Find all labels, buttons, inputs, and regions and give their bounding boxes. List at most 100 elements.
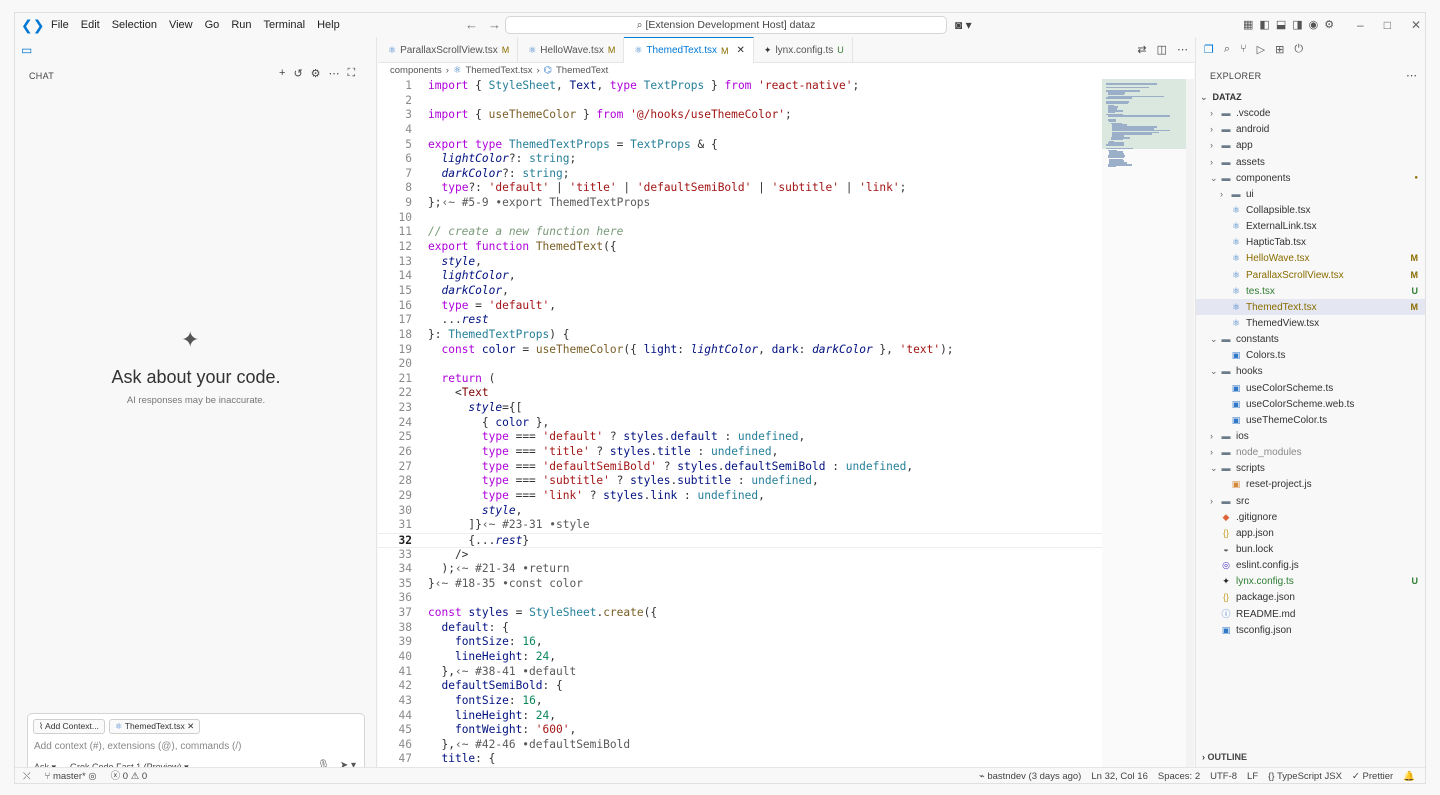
breadcrumb-folder[interactable]: components: [390, 65, 442, 76]
tree-folder[interactable]: › ▬ app: [1196, 137, 1425, 153]
tree-file[interactable]: ◆ .gitignore: [1196, 509, 1425, 525]
menu-item-help[interactable]: Help: [311, 13, 346, 37]
code-line[interactable]: 8 type?: 'default' | 'title' | 'defaultS…: [378, 181, 1102, 196]
close-tab-icon[interactable]: ✕: [737, 45, 745, 56]
code-line[interactable]: 38 default: {: [378, 621, 1102, 636]
tree-folder[interactable]: ⌄ ▬ hooks: [1196, 363, 1425, 379]
tree-folder[interactable]: ⌄ ▬ scripts: [1196, 460, 1425, 476]
editor-tab[interactable]: ⚛ HelloWave.tsx M: [518, 37, 625, 63]
add-context-button[interactable]: ⌇ Add Context...: [33, 719, 105, 734]
end-of-line[interactable]: LF: [1247, 768, 1258, 783]
cursor-position[interactable]: Ln 32, Col 16: [1091, 768, 1148, 783]
language-mode[interactable]: {} TypeScript JSX: [1268, 768, 1342, 783]
settings-icon[interactable]: ⚙: [311, 67, 321, 80]
code-line[interactable]: 25 type === 'default' ? styles.default :…: [378, 430, 1102, 445]
editor-scrollbar[interactable]: [1186, 79, 1194, 767]
tree-file[interactable]: ⚛ tes.tsx U: [1196, 283, 1425, 299]
tree-folder[interactable]: › ▬ src: [1196, 493, 1425, 509]
menu-item-terminal[interactable]: Terminal: [258, 13, 312, 37]
tree-file[interactable]: ⚛ ParallaxScrollView.tsx M: [1196, 267, 1425, 283]
power-icon[interactable]: ⏻: [1294, 43, 1303, 56]
history-icon[interactable]: ↺: [293, 67, 302, 80]
tree-file[interactable]: ⚛ ThemedText.tsx M: [1196, 298, 1425, 315]
tree-file[interactable]: ⚛ ExternalLink.tsx: [1196, 218, 1425, 234]
account-icon[interactable]: ◉: [1309, 13, 1319, 37]
code-line[interactable]: 43 fontSize: 16,: [378, 694, 1102, 709]
menu-item-selection[interactable]: Selection: [106, 13, 163, 37]
workspace-root[interactable]: ⌄ DATAZ: [1196, 89, 1425, 105]
code-line[interactable]: 3 import { useThemeColor } from '@/hooks/…: [378, 108, 1102, 123]
customize-layout-icon[interactable]: ▦: [1243, 13, 1253, 37]
editor-tab[interactable]: ✦ lynx.config.ts U: [754, 37, 853, 63]
gear-icon[interactable]: ⚙: [1324, 13, 1334, 37]
tree-file[interactable]: ▣ useColorScheme.ts: [1196, 380, 1425, 396]
code-line[interactable]: 36: [378, 591, 1102, 606]
code-line[interactable]: 1 import { StyleSheet, Text, type TextPro…: [378, 79, 1102, 94]
breadcrumb-file[interactable]: ThemedText.tsx: [465, 65, 532, 76]
compare-changes-icon[interactable]: ⇄: [1137, 37, 1146, 63]
toggle-primary-sidebar-icon[interactable]: ◧: [1259, 13, 1269, 37]
menu-item-go[interactable]: Go: [199, 13, 226, 37]
copilot-icon[interactable]: ◙ ▾: [955, 13, 972, 37]
code-line[interactable]: 41 },‹~ #38-41 •default: [378, 665, 1102, 680]
tree-file[interactable]: ◎ eslint.config.js: [1196, 557, 1425, 573]
code-line[interactable]: 30 style,: [378, 504, 1102, 519]
command-center[interactable]: ⌕ [Extension Development Host] dataz: [505, 16, 947, 34]
tree-folder[interactable]: ⌄ ▬ constants: [1196, 331, 1425, 347]
code-line[interactable]: 4: [378, 123, 1102, 138]
tree-folder[interactable]: › ▬ ui: [1196, 186, 1425, 202]
editor-tab[interactable]: ⚛ ParallaxScrollView.tsx M: [378, 37, 519, 63]
toggle-panel-icon[interactable]: ⬓: [1276, 13, 1286, 37]
source-control-icon[interactable]: ⑂: [1240, 43, 1247, 56]
new-chat-icon[interactable]: +: [279, 67, 285, 80]
code-line[interactable]: 32 {...rest}: [378, 532, 1102, 548]
forward-arrow-icon[interactable]: →: [488, 13, 501, 37]
explorer-more-icon[interactable]: ⋯: [1406, 69, 1417, 82]
blame-item[interactable]: ⌁ bastndev (3 days ago): [979, 768, 1081, 783]
encoding[interactable]: UTF-8: [1210, 768, 1237, 783]
code-line[interactable]: 20: [378, 357, 1102, 372]
maximize-icon[interactable]: □: [1384, 13, 1391, 37]
code-line[interactable]: 45 fontWeight: '600',: [378, 723, 1102, 738]
code-line[interactable]: 37 const styles = StyleSheet.create({: [378, 606, 1102, 621]
tree-file[interactable]: ⓘ README.md: [1196, 606, 1425, 622]
maximize-panel-icon[interactable]: ⛶: [348, 67, 356, 80]
code-line[interactable]: 47 title: {: [378, 752, 1102, 767]
files-icon[interactable]: ❐: [1204, 43, 1214, 56]
tree-file[interactable]: ▣ Colors.ts: [1196, 347, 1425, 363]
code-line[interactable]: 35}‹~ #18-35 •const color: [378, 577, 1102, 592]
close-icon[interactable]: ✕: [1411, 13, 1421, 37]
chat-view-icon[interactable]: ▭: [21, 43, 32, 57]
tree-folder[interactable]: › ▬ android: [1196, 121, 1425, 137]
code-line[interactable]: 18}: ThemedTextProps) {: [378, 328, 1102, 343]
code-line[interactable]: 15 darkColor,: [378, 284, 1102, 299]
code-editor[interactable]: 1 import { StyleSheet, Text, type TextPro…: [378, 79, 1102, 767]
code-line[interactable]: 16 type = 'default',: [378, 299, 1102, 314]
code-line[interactable]: 23 style={[: [378, 401, 1102, 416]
menu-item-edit[interactable]: Edit: [75, 13, 106, 37]
tree-folder[interactable]: ⌄ ▬ components ●: [1196, 170, 1425, 186]
extensions-icon[interactable]: ⊞: [1275, 43, 1284, 56]
minimap[interactable]: [1102, 79, 1186, 767]
context-file-chip[interactable]: ⚛ ThemedText.tsx ✕: [108, 719, 201, 734]
code-line[interactable]: 9};‹~ #5-9 •export ThemedTextProps: [378, 196, 1102, 211]
tree-file[interactable]: ⚛ HapticTab.tsx: [1196, 234, 1425, 250]
formatter-item[interactable]: ✓ Prettier: [1352, 768, 1393, 783]
tree-file[interactable]: ▣ useColorScheme.web.ts: [1196, 396, 1425, 412]
toggle-secondary-sidebar-icon[interactable]: ◨: [1292, 13, 1302, 37]
code-line[interactable]: 14 lightColor,: [378, 269, 1102, 284]
code-line[interactable]: 5 export type ThemedTextProps = TextProps…: [378, 138, 1102, 153]
minimize-icon[interactable]: –: [1357, 13, 1364, 37]
menu-item-view[interactable]: View: [163, 13, 199, 37]
code-line[interactable]: 17 ...rest: [378, 313, 1102, 328]
code-line[interactable]: 6 lightColor?: string;: [378, 152, 1102, 167]
more-icon[interactable]: ⋯: [329, 67, 340, 80]
more-actions-icon[interactable]: ⋯: [1177, 37, 1188, 63]
split-editor-icon[interactable]: ◫: [1157, 37, 1167, 63]
indentation[interactable]: Spaces: 2: [1158, 768, 1200, 783]
code-line[interactable]: 13 style,: [378, 255, 1102, 270]
branch-item[interactable]: ⑂ master* ◎: [45, 768, 97, 783]
code-line[interactable]: 7 darkColor?: string;: [378, 167, 1102, 182]
remove-context-icon[interactable]: ✕: [185, 721, 194, 731]
tree-file[interactable]: ⚛ ThemedView.tsx: [1196, 315, 1425, 331]
